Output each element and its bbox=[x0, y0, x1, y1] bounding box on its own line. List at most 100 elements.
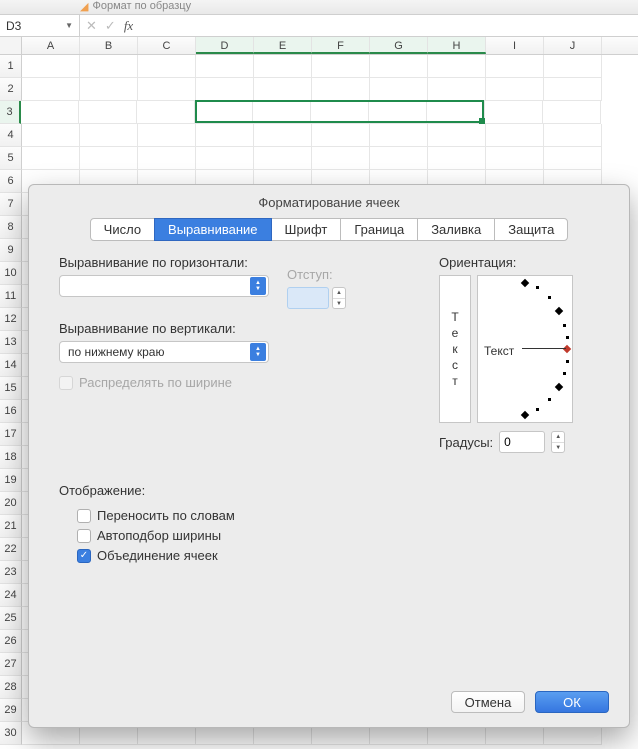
row-header[interactable]: 12 bbox=[0, 308, 22, 331]
row-header[interactable]: 16 bbox=[0, 400, 22, 423]
col-header[interactable]: I bbox=[486, 37, 544, 54]
cancel-button[interactable]: Отмена bbox=[451, 691, 525, 713]
cell[interactable] bbox=[370, 78, 428, 101]
col-header[interactable]: G bbox=[370, 37, 428, 54]
indent-input[interactable] bbox=[287, 287, 329, 309]
v-align-select[interactable]: по нижнему краю ▲▼ bbox=[59, 341, 269, 363]
name-box[interactable]: D3 ▼ bbox=[0, 15, 80, 36]
row-header[interactable]: 18 bbox=[0, 446, 22, 469]
cell[interactable] bbox=[544, 78, 602, 101]
merge-row[interactable]: ✓ Объединение ячеек bbox=[77, 548, 599, 563]
cell[interactable] bbox=[196, 78, 254, 101]
fx-icon[interactable]: fx bbox=[124, 18, 133, 34]
cell[interactable] bbox=[543, 101, 601, 124]
cell[interactable] bbox=[22, 55, 80, 78]
cell[interactable] bbox=[428, 147, 486, 170]
row-header[interactable]: 24 bbox=[0, 584, 22, 607]
row-header[interactable]: 2 bbox=[0, 78, 22, 101]
indent-stepper[interactable]: ▲▼ bbox=[332, 287, 346, 309]
row-header[interactable]: 29 bbox=[0, 699, 22, 722]
tab-выравнивание[interactable]: Выравнивание bbox=[154, 218, 271, 241]
cell[interactable] bbox=[370, 147, 428, 170]
row-header[interactable]: 27 bbox=[0, 653, 22, 676]
cell[interactable] bbox=[196, 124, 254, 147]
row-header[interactable]: 3 bbox=[0, 101, 21, 124]
cell[interactable] bbox=[195, 101, 253, 124]
cell[interactable] bbox=[370, 124, 428, 147]
cell[interactable] bbox=[486, 78, 544, 101]
row-header[interactable]: 6 bbox=[0, 170, 22, 193]
cell[interactable] bbox=[137, 101, 195, 124]
orientation-pointer[interactable] bbox=[563, 345, 571, 353]
cell[interactable] bbox=[253, 101, 311, 124]
cell[interactable] bbox=[21, 101, 79, 124]
tab-граница[interactable]: Граница bbox=[340, 218, 418, 241]
cell[interactable] bbox=[427, 101, 485, 124]
cell[interactable] bbox=[79, 101, 137, 124]
cell[interactable] bbox=[428, 55, 486, 78]
cell[interactable] bbox=[486, 147, 544, 170]
shrink-checkbox[interactable] bbox=[77, 529, 91, 543]
cell[interactable] bbox=[486, 124, 544, 147]
cell[interactable] bbox=[312, 55, 370, 78]
cell[interactable] bbox=[312, 147, 370, 170]
row-header[interactable]: 9 bbox=[0, 239, 22, 262]
cell[interactable] bbox=[254, 78, 312, 101]
cell[interactable] bbox=[80, 55, 138, 78]
col-header[interactable]: E bbox=[254, 37, 312, 54]
cell[interactable] bbox=[312, 78, 370, 101]
cancel-icon[interactable]: ✕ bbox=[86, 18, 97, 34]
cell[interactable] bbox=[369, 101, 427, 124]
degrees-stepper[interactable]: ▲▼ bbox=[551, 431, 565, 453]
degrees-input[interactable] bbox=[499, 431, 545, 453]
cell[interactable] bbox=[544, 124, 602, 147]
orientation-dial[interactable]: Текст bbox=[477, 275, 573, 423]
row-header[interactable]: 19 bbox=[0, 469, 22, 492]
cell[interactable] bbox=[196, 55, 254, 78]
ok-button[interactable]: ОК bbox=[535, 691, 609, 713]
row-header[interactable]: 30 bbox=[0, 722, 22, 745]
shrink-row[interactable]: Автоподбор ширины bbox=[77, 528, 599, 543]
row-header[interactable]: 21 bbox=[0, 515, 22, 538]
tab-шрифт[interactable]: Шрифт bbox=[271, 218, 342, 241]
merge-checkbox[interactable]: ✓ bbox=[77, 549, 91, 563]
cell[interactable] bbox=[370, 55, 428, 78]
cell[interactable] bbox=[485, 101, 543, 124]
cell[interactable] bbox=[428, 78, 486, 101]
row-header[interactable]: 14 bbox=[0, 354, 22, 377]
cell[interactable] bbox=[138, 55, 196, 78]
row-header[interactable]: 23 bbox=[0, 561, 22, 584]
cell[interactable] bbox=[22, 147, 80, 170]
select-all-corner[interactable] bbox=[0, 37, 22, 54]
col-header[interactable]: H bbox=[428, 37, 486, 54]
cell[interactable] bbox=[80, 147, 138, 170]
h-align-select[interactable]: ▲▼ bbox=[59, 275, 269, 297]
row-header[interactable]: 17 bbox=[0, 423, 22, 446]
cell[interactable] bbox=[254, 147, 312, 170]
cell[interactable] bbox=[80, 124, 138, 147]
row-header[interactable]: 20 bbox=[0, 492, 22, 515]
row-header[interactable]: 22 bbox=[0, 538, 22, 561]
row-header[interactable]: 8 bbox=[0, 216, 22, 239]
cell[interactable] bbox=[486, 55, 544, 78]
col-header[interactable]: B bbox=[80, 37, 138, 54]
wrap-row[interactable]: Переносить по словам bbox=[77, 508, 599, 523]
format-painter-label[interactable]: Формат по образцу bbox=[92, 0, 191, 12]
cell[interactable] bbox=[428, 124, 486, 147]
cell[interactable] bbox=[254, 124, 312, 147]
tab-заливка[interactable]: Заливка bbox=[417, 218, 495, 241]
row-header[interactable]: 5 bbox=[0, 147, 22, 170]
row-header[interactable]: 26 bbox=[0, 630, 22, 653]
col-header[interactable]: A bbox=[22, 37, 80, 54]
cell[interactable] bbox=[138, 147, 196, 170]
row-header[interactable]: 15 bbox=[0, 377, 22, 400]
confirm-icon[interactable]: ✓ bbox=[105, 18, 116, 34]
tab-число[interactable]: Число bbox=[90, 218, 155, 241]
col-header[interactable]: D bbox=[196, 37, 254, 54]
orientation-vertical-preview[interactable]: Текст bbox=[439, 275, 471, 423]
cell[interactable] bbox=[311, 101, 369, 124]
cell[interactable] bbox=[254, 55, 312, 78]
wrap-checkbox[interactable] bbox=[77, 509, 91, 523]
row-header[interactable]: 7 bbox=[0, 193, 22, 216]
row-header[interactable]: 4 bbox=[0, 124, 22, 147]
